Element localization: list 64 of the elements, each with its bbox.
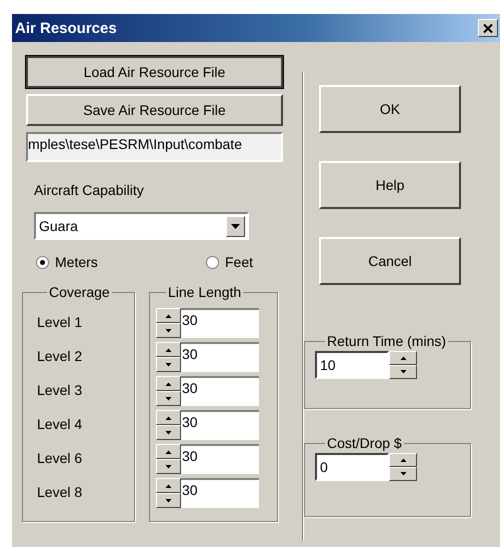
up-arrow-icon [165, 450, 172, 454]
window-title: Air Resources [15, 20, 117, 36]
spin-up-button[interactable] [156, 376, 181, 391]
group-title: Line Length [167, 284, 242, 300]
up-arrow-icon [165, 382, 172, 386]
spin-up-button[interactable] [156, 342, 181, 357]
level-label: Level 1 [37, 313, 84, 332]
down-arrow-icon [165, 328, 172, 332]
radio-button[interactable] [36, 256, 49, 268]
up-arrow-icon [165, 348, 172, 352]
up-arrow-icon [165, 484, 172, 488]
level-label: Level 6 [37, 449, 84, 468]
number-field[interactable]: 30 [181, 308, 259, 338]
spin-up-button[interactable] [156, 308, 181, 323]
down-arrow-icon [165, 498, 172, 502]
close-button[interactable] [478, 19, 498, 37]
spin-up-button[interactable] [156, 410, 181, 425]
spin-down-button[interactable] [389, 365, 417, 379]
spin-down-button[interactable] [156, 323, 181, 338]
spin-down-button[interactable] [156, 425, 181, 440]
dialog-button[interactable]: Help [319, 161, 461, 209]
down-arrow-icon [165, 464, 172, 468]
spin-up-button[interactable] [389, 351, 417, 365]
number-field[interactable]: 10 [315, 351, 389, 379]
up-arrow-icon [400, 458, 406, 462]
spin-down-button[interactable] [156, 357, 181, 372]
down-arrow-icon [165, 430, 172, 434]
field-label: Aircraft Capability [34, 182, 145, 198]
up-arrow-icon [165, 314, 172, 318]
radio-label: Meters [55, 254, 98, 270]
radio-label: Feet [224, 254, 253, 270]
up-arrow-icon [400, 356, 406, 360]
down-arrow-icon [400, 472, 406, 476]
level-label: Level 8 [37, 483, 84, 502]
spin-down-button[interactable] [156, 459, 181, 474]
spin-up-button[interactable] [389, 453, 417, 467]
group-title: Return Time (mins) [326, 333, 448, 349]
file-button[interactable]: Save Air Resource File [26, 94, 283, 126]
radio-button[interactable] [206, 256, 219, 268]
down-arrow-icon [165, 362, 172, 366]
spin-up-button[interactable] [156, 444, 181, 459]
spin-down-button[interactable] [389, 467, 417, 481]
level-label: Level 2 [37, 347, 84, 366]
close-icon [483, 24, 493, 32]
number-field[interactable]: 30 [181, 410, 259, 440]
spin-up-button[interactable] [156, 478, 181, 493]
up-arrow-icon [165, 416, 172, 420]
dialog-button[interactable]: OK [319, 85, 461, 133]
group-title: Coverage [48, 284, 111, 300]
spin-down-button[interactable] [156, 493, 181, 508]
level-label: Level 4 [37, 415, 84, 434]
file-path-field: mples\tese\PESRM\Input\combate [26, 132, 283, 162]
number-field[interactable]: 30 [181, 478, 259, 508]
group-title: Cost/Drop $ [326, 435, 403, 451]
number-field[interactable]: 30 [181, 444, 259, 474]
number-field[interactable]: 30 [181, 376, 259, 406]
dialog-button[interactable]: Cancel [319, 237, 461, 285]
level-label: Level 3 [37, 381, 84, 400]
file-button[interactable]: Load Air Resource File [26, 56, 283, 88]
number-field[interactable]: 30 [181, 342, 259, 372]
down-arrow-icon [400, 370, 406, 374]
down-arrow-icon [165, 396, 172, 400]
spin-down-button[interactable] [156, 391, 181, 406]
number-field[interactable]: 0 [315, 453, 389, 481]
